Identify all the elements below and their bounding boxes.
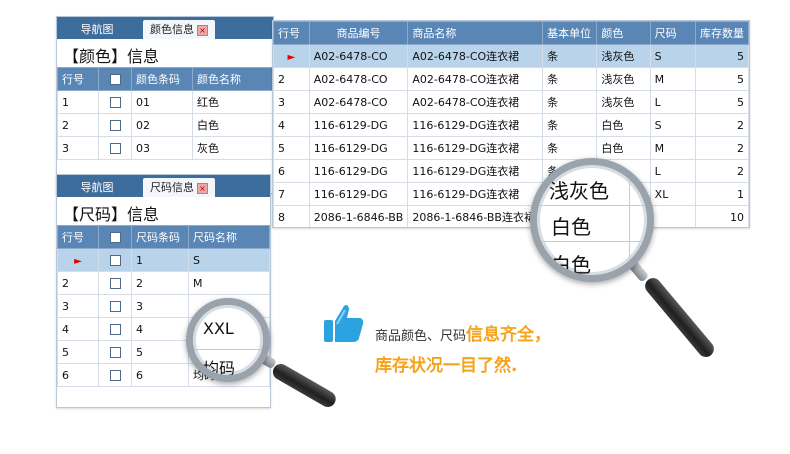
magnifier-icon: 浅灰色 白色 白色 [530, 158, 654, 282]
lens-grid-line [629, 165, 630, 275]
row-checkbox[interactable] [109, 143, 121, 154]
table-row[interactable]: 2 02 白色 [57, 113, 273, 137]
table-row[interactable]: ► 1 S [57, 248, 270, 272]
current-row-arrow-icon: ► [287, 51, 296, 63]
color-info-panel: 导航图 颜色信息 × 【颜色】信息 行号 颜色条码 颜色名称 1 01 红色 2 … [56, 16, 274, 194]
table-row[interactable]: 2 A02-6478-CO A02-6478-CO连衣裙 条 浅灰色 M 5 [273, 67, 749, 91]
table-row[interactable]: 4 116-6129-DG 116-6129-DG连衣裙 条 白色 S 2 [273, 113, 749, 137]
promo-line-1: 商品颜色、尺码信息齐全， [375, 325, 552, 345]
lens-text: 均码 [203, 359, 236, 378]
row-checkbox[interactable] [109, 278, 121, 289]
lens-text: XXL [203, 319, 234, 338]
row-checkbox[interactable] [109, 301, 121, 312]
row-checkbox[interactable] [109, 255, 121, 266]
tab-navigation[interactable]: 导航图 [65, 20, 129, 39]
col-color-code[interactable]: 颜色条码 [131, 67, 193, 91]
row-checkbox[interactable] [109, 120, 121, 131]
col-color[interactable]: 颜色 [596, 21, 651, 45]
table-row[interactable]: 6 116-6129-DG 116-6129-DG连衣裙 条 白色 L 2 [273, 159, 749, 183]
lens-text: 白色 [551, 215, 591, 239]
col-color-name[interactable]: 颜色名称 [192, 67, 273, 91]
col-row-no[interactable]: 行号 [57, 225, 99, 249]
table-row[interactable]: 7 116-6129-DG 116-6129-DG连衣裙 条 白色 XL 1 [273, 182, 749, 206]
thumbs-up-icon [324, 305, 364, 342]
select-all-checkbox[interactable] [109, 74, 121, 85]
row-checkbox[interactable] [109, 347, 121, 358]
table-row[interactable]: ► A02-6478-CO A02-6478-CO连衣裙 条 浅灰色 S 5 [273, 44, 749, 68]
close-icon[interactable]: × [197, 24, 208, 36]
stock-table: 行号 商品编号 商品名称 基本单位 颜色 尺码 库存数量 ► A02-6478-… [273, 21, 749, 227]
row-checkbox[interactable] [109, 324, 121, 335]
color-panel-tabbar: 导航图 颜色信息 × [57, 17, 273, 39]
table-row[interactable]: 8 2086-1-6846-BB 2086-1-6846-BB连衣裙 条 均码 … [273, 205, 749, 227]
tab-size-info[interactable]: 尺码信息 × [143, 178, 215, 197]
col-size[interactable]: 尺码 [649, 21, 697, 45]
stock-panel: 行号 商品编号 商品名称 基本单位 颜色 尺码 库存数量 ► A02-6478-… [272, 20, 750, 228]
col-product-name[interactable]: 商品名称 [407, 21, 544, 45]
col-stock-qty[interactable]: 库存数量 [695, 21, 749, 45]
col-row-no[interactable]: 行号 [273, 21, 310, 45]
col-select-all[interactable] [98, 67, 132, 91]
col-size-code[interactable]: 尺码条码 [131, 225, 189, 249]
col-unit[interactable]: 基本单位 [542, 21, 598, 45]
lens-text: 白色 [551, 253, 591, 277]
current-row-arrow-icon: ► [74, 255, 82, 267]
select-all-checkbox[interactable] [109, 232, 121, 243]
promo-line-2: 库存状况一目了然. [375, 356, 518, 376]
close-icon[interactable]: × [197, 182, 208, 194]
col-size-name[interactable]: 尺码名称 [188, 225, 270, 249]
tab-color-info[interactable]: 颜色信息 × [143, 20, 215, 39]
row-checkbox[interactable] [109, 370, 121, 381]
lens-grid-line [537, 241, 647, 242]
lens-grid-line [193, 349, 263, 350]
col-row-no[interactable]: 行号 [57, 67, 99, 91]
table-row[interactable]: 3 03 灰色 [57, 136, 273, 160]
col-product-id[interactable]: 商品编号 [308, 21, 409, 45]
magnifier-handle [641, 274, 718, 361]
table-row[interactable]: 1 01 红色 [57, 90, 273, 114]
magnifier-icon: XXL 均码 [186, 298, 270, 382]
lens-text: 浅灰色 [549, 179, 609, 203]
table-row[interactable]: 5 116-6129-DG 116-6129-DG连衣裙 条 白色 M 2 [273, 136, 749, 160]
table-row[interactable]: 3 A02-6478-CO A02-6478-CO连衣裙 条 浅灰色 L 5 [273, 90, 749, 114]
page-title: 【尺码】信息 [63, 205, 160, 224]
tab-navigation[interactable]: 导航图 [65, 178, 129, 197]
color-table: 行号 颜色条码 颜色名称 1 01 红色 2 02 白色 3 03 灰色 [57, 67, 273, 160]
magnifier-handle [270, 361, 339, 410]
page-title: 【颜色】信息 [63, 47, 160, 66]
size-panel-tabbar: 导航图 尺码信息 × [57, 175, 270, 197]
row-checkbox[interactable] [109, 97, 121, 108]
promo-text: 商品颜色、尺码信息齐全， 库存状况一目了然. [375, 320, 551, 376]
table-row[interactable]: 2 2 M [57, 271, 270, 295]
lens-grid-line [537, 205, 647, 206]
col-select-all[interactable] [98, 225, 132, 249]
